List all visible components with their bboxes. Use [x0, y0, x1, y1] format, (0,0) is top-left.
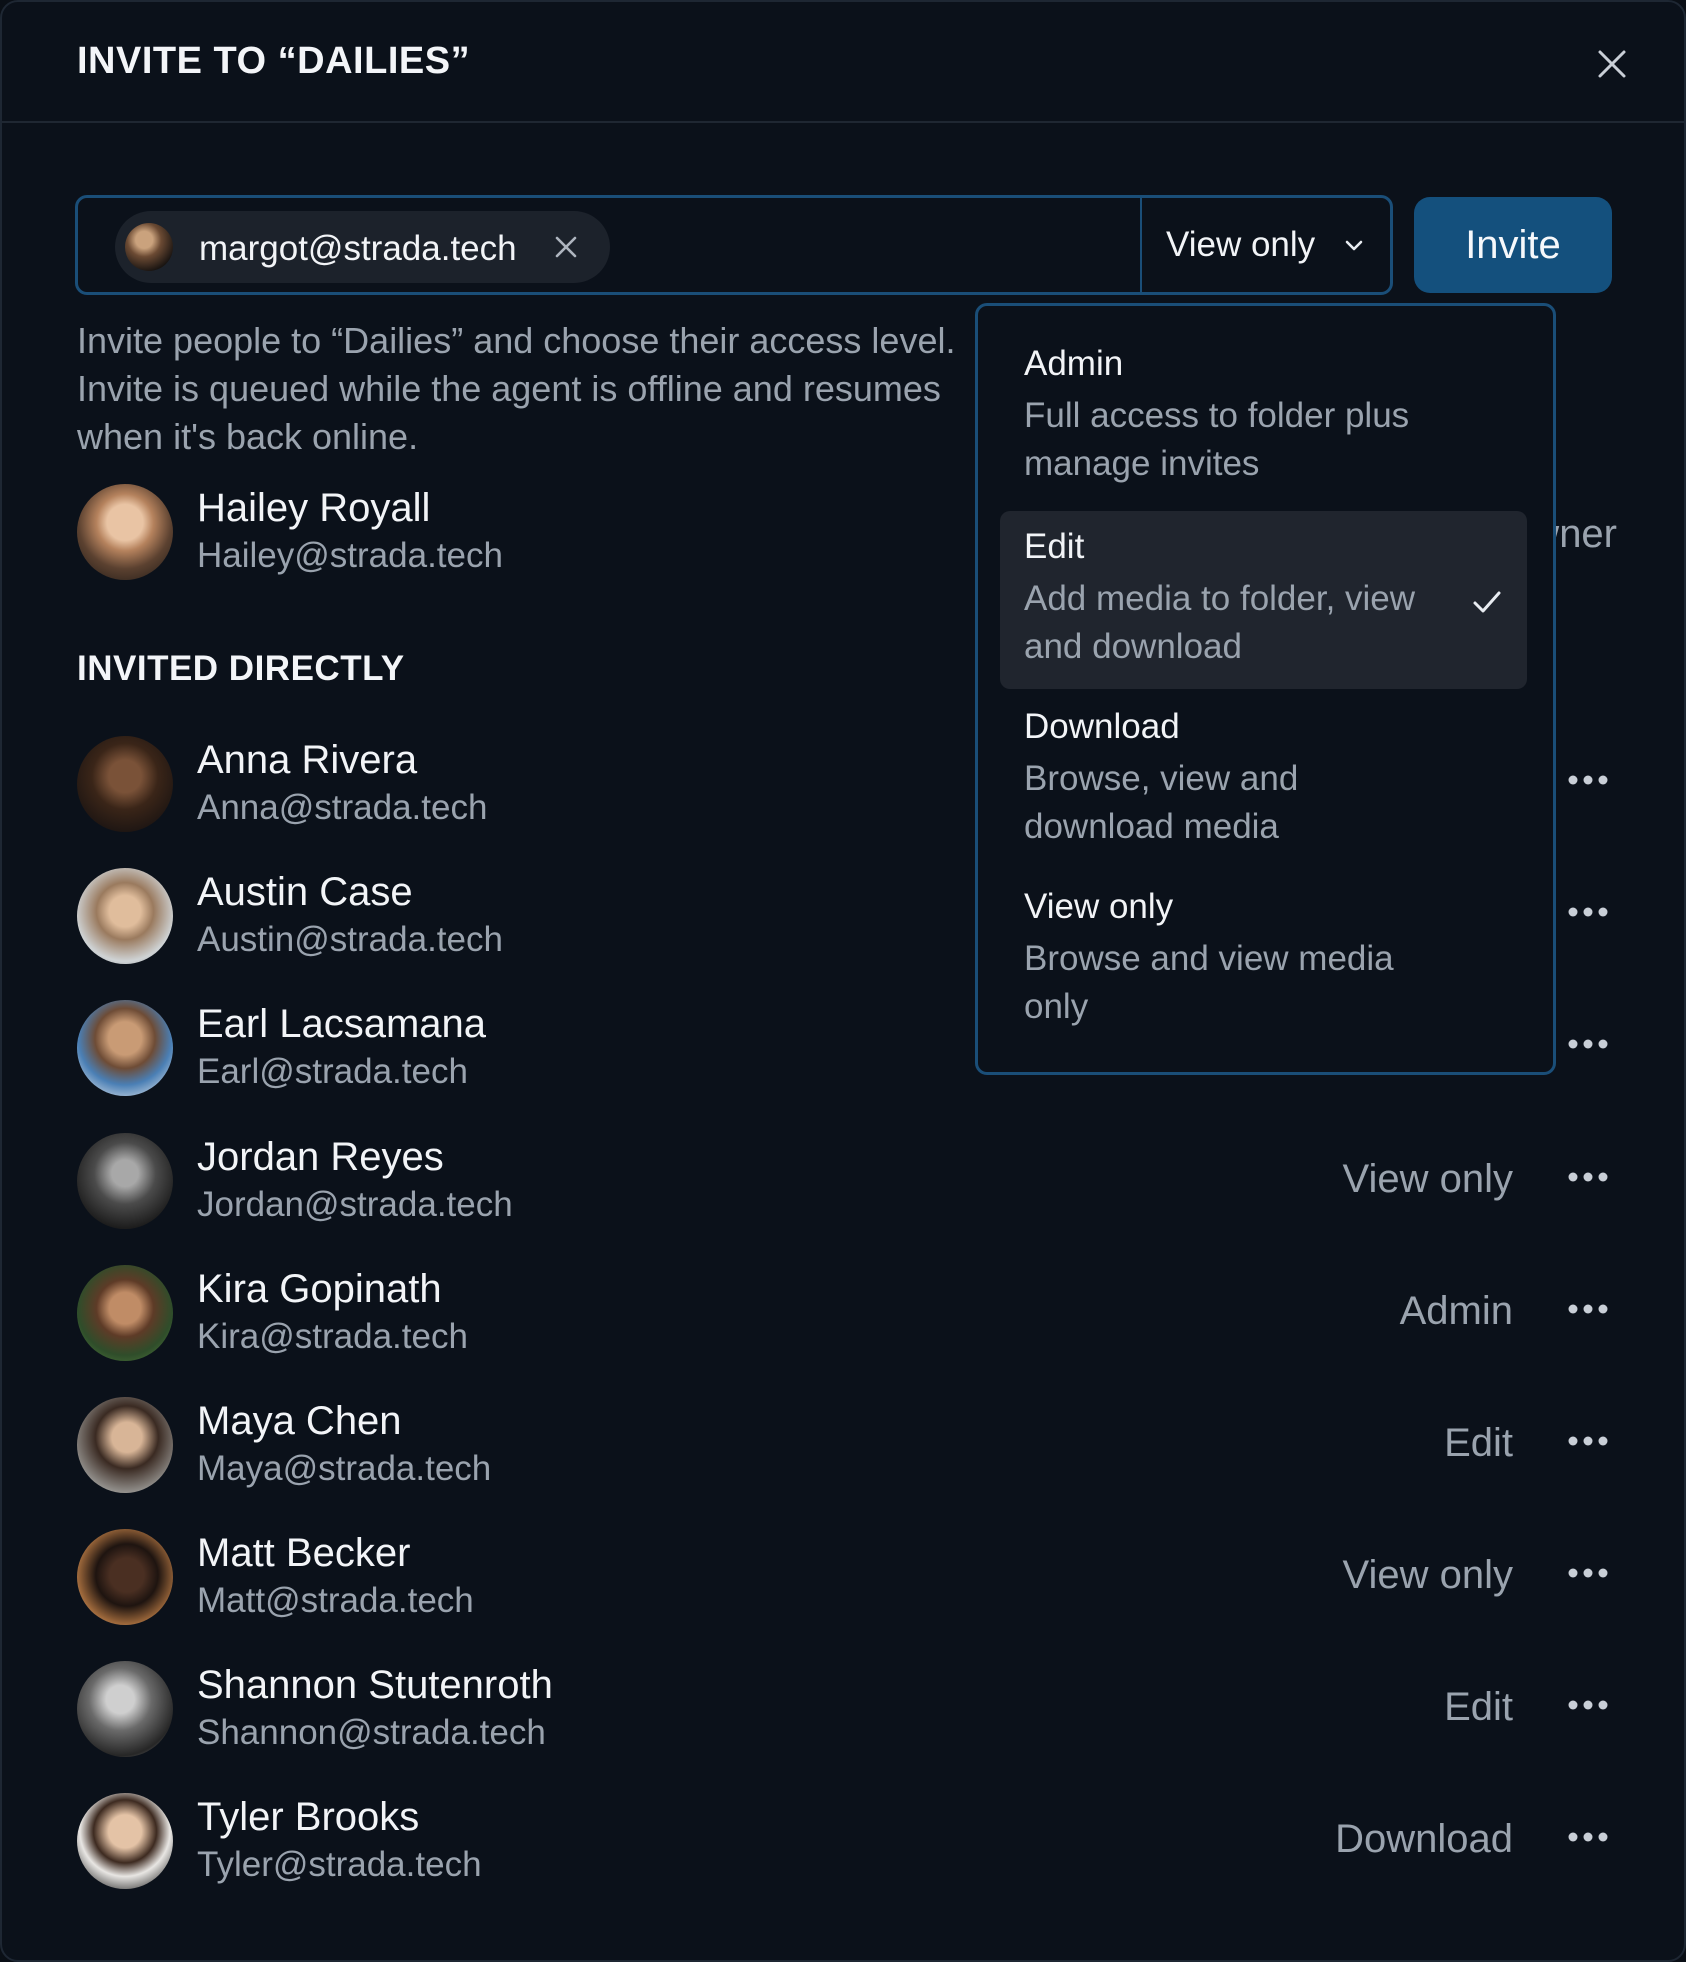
role-select[interactable]: View only [1140, 198, 1390, 292]
member-row: Tyler Brooks Tyler@strada.tech Download [77, 1793, 1617, 1889]
person-name: Tyler Brooks [197, 1795, 420, 1839]
dialog-header: INVITE TO “DAILIES” [2, 2, 1684, 123]
role-option-description: Add media to folder, view and download [1024, 579, 1416, 666]
avatar [77, 1265, 173, 1361]
close-icon[interactable] [1592, 44, 1632, 84]
more-options-icon[interactable] [1567, 1563, 1609, 1583]
member-role[interactable]: View only [1343, 1157, 1513, 1202]
person-name: Austin Case [197, 870, 413, 914]
person-name: Jordan Reyes [197, 1135, 444, 1179]
invite-button[interactable]: Invite [1414, 197, 1612, 293]
person-email: Maya@strada.tech [197, 1449, 492, 1488]
person-email: Earl@strada.tech [197, 1052, 468, 1091]
person-name: Hailey Royall [197, 486, 431, 530]
role-option-title: Edit [1024, 527, 1085, 566]
person-name: Shannon Stutenroth [197, 1663, 553, 1707]
member-role[interactable]: Download [1335, 1817, 1513, 1862]
person-name: Kira Gopinath [197, 1267, 442, 1311]
person-email: Anna@strada.tech [197, 788, 488, 827]
member-row: Kira Gopinath Kira@strada.tech Admin [77, 1265, 1617, 1361]
role-option-title: Admin [1024, 344, 1124, 383]
member-role[interactable]: View only [1343, 1553, 1513, 1598]
avatar [77, 736, 173, 832]
role-option-admin[interactable]: Admin Full access to folder plus manage … [1000, 310, 1527, 488]
person-email: Tyler@strada.tech [197, 1845, 482, 1884]
check-icon [1473, 591, 1501, 613]
more-options-icon[interactable] [1567, 1695, 1609, 1715]
person-email: Kira@strada.tech [197, 1317, 468, 1356]
section-label-invited: INVITED DIRECTLY [77, 649, 405, 688]
avatar [77, 484, 173, 580]
email-chip-label: margot@strada.tech [199, 229, 517, 268]
avatar [77, 868, 173, 964]
person-name: Matt Becker [197, 1531, 411, 1575]
member-row: Shannon Stutenroth Shannon@strada.tech E… [77, 1661, 1617, 1757]
role-option-title: Download [1024, 707, 1180, 746]
invite-dialog: INVITE TO “DAILIES” margot@strada.tech V… [0, 0, 1686, 1962]
invite-input-field[interactable]: margot@strada.tech View only [75, 195, 1393, 295]
person-email: Jordan@strada.tech [197, 1185, 513, 1224]
role-select-value: View only [1166, 225, 1316, 264]
role-option-description: Browse, view and download media [1024, 759, 1299, 846]
member-row: Jordan Reyes Jordan@strada.tech View onl… [77, 1133, 1617, 1229]
member-row: Matt Becker Matt@strada.tech View only [77, 1529, 1617, 1625]
avatar [77, 1000, 173, 1096]
more-options-icon[interactable] [1567, 1034, 1609, 1054]
person-name: Earl Lacsamana [197, 1002, 487, 1046]
avatar [77, 1793, 173, 1889]
role-option-title: View only [1024, 887, 1174, 926]
more-options-icon[interactable] [1567, 902, 1609, 922]
person-email: Matt@strada.tech [197, 1581, 474, 1620]
avatar [77, 1133, 173, 1229]
person-name: Maya Chen [197, 1399, 402, 1443]
person-email: Shannon@strada.tech [197, 1713, 546, 1752]
more-options-icon[interactable] [1567, 770, 1609, 790]
person-name: Anna Rivera [197, 738, 418, 782]
role-option-download[interactable]: Download Browse, view and download media [1000, 691, 1527, 869]
member-row: Maya Chen Maya@strada.tech Edit [77, 1397, 1617, 1493]
role-option-description: Browse and view media only [1024, 939, 1394, 1026]
avatar [77, 1661, 173, 1757]
email-chip: margot@strada.tech [115, 211, 610, 283]
role-option-view-only[interactable]: View only Browse and view media only [1000, 871, 1527, 1049]
dialog-title: INVITE TO “DAILIES” [77, 40, 471, 82]
more-options-icon[interactable] [1567, 1299, 1609, 1319]
member-role[interactable]: Admin [1400, 1289, 1513, 1334]
person-email: Austin@strada.tech [197, 920, 503, 959]
role-option-description: Full access to folder plus manage invite… [1024, 396, 1410, 483]
more-options-icon[interactable] [1567, 1167, 1609, 1187]
avatar [77, 1397, 173, 1493]
invite-description: Invite people to “Dailies” and choose th… [77, 320, 956, 457]
avatar [77, 1529, 173, 1625]
person-email: Hailey@strada.tech [197, 536, 503, 575]
member-role[interactable]: Edit [1444, 1421, 1513, 1466]
avatar [125, 223, 173, 271]
more-options-icon[interactable] [1567, 1431, 1609, 1451]
role-dropdown-menu: Admin Full access to folder plus manage … [975, 303, 1556, 1075]
more-options-icon[interactable] [1567, 1827, 1609, 1847]
remove-chip-icon[interactable] [550, 231, 582, 263]
role-option-edit[interactable]: Edit Add media to folder, view and downl… [1000, 511, 1527, 689]
chevron-down-icon [1345, 240, 1363, 251]
member-role[interactable]: Edit [1444, 1685, 1513, 1730]
